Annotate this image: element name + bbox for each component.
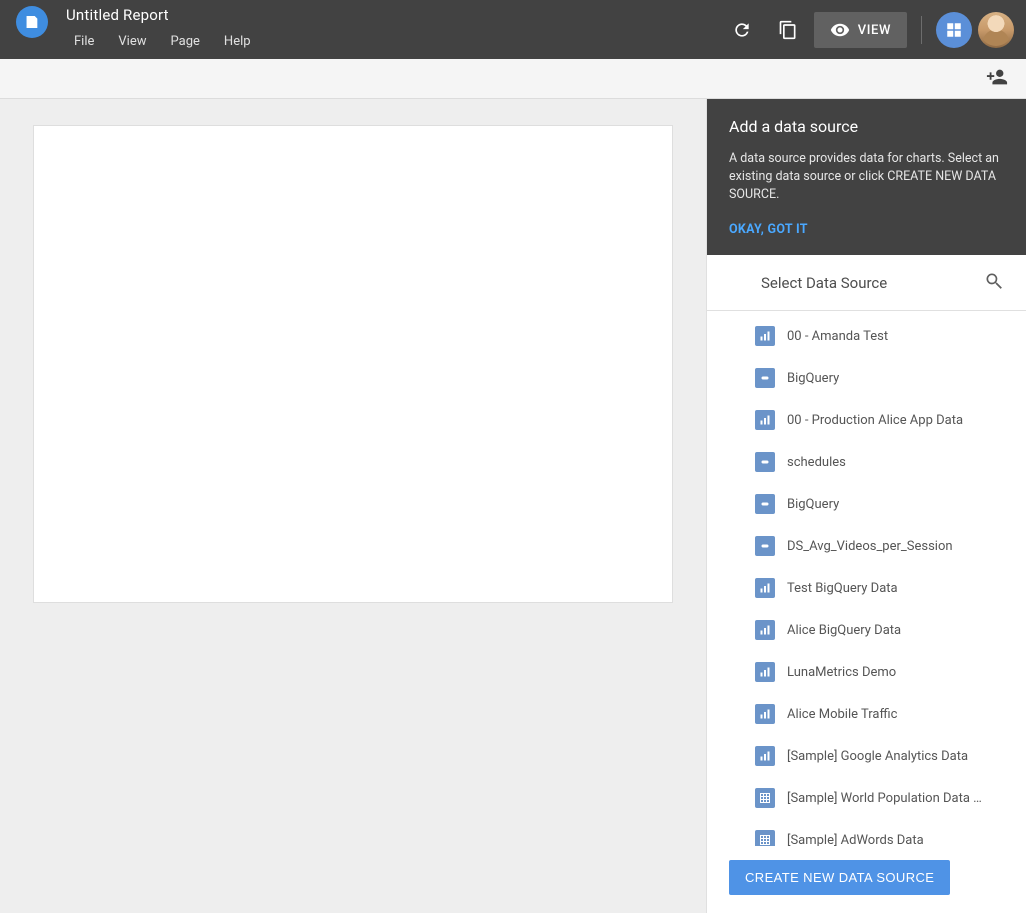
main-area: Add a data source A data source provides… bbox=[0, 99, 1026, 913]
data-source-panel: Add a data source A data source provides… bbox=[706, 99, 1026, 913]
data-source-label: BigQuery bbox=[787, 371, 839, 386]
refresh-button[interactable] bbox=[722, 10, 762, 50]
data-source-item[interactable]: Test BigQuery Data bbox=[707, 567, 1026, 609]
search-icon bbox=[984, 271, 1004, 291]
view-button-label: VIEW bbox=[858, 23, 891, 38]
data-source-label: LunaMetrics Demo bbox=[787, 665, 896, 680]
panel-description: A data source provides data for charts. … bbox=[729, 150, 1004, 204]
analytics-icon bbox=[755, 620, 775, 640]
data-source-label: [Sample] World Population Data 2... bbox=[787, 791, 987, 806]
data-source-label: [Sample] Google Analytics Data bbox=[787, 749, 968, 764]
canvas-area bbox=[0, 99, 706, 913]
report-canvas[interactable] bbox=[33, 125, 673, 603]
header-right: VIEW bbox=[722, 10, 1014, 50]
analytics-icon bbox=[755, 410, 775, 430]
analytics-icon bbox=[755, 704, 775, 724]
view-button[interactable]: VIEW bbox=[814, 12, 907, 48]
report-title[interactable]: Untitled Report bbox=[66, 6, 259, 24]
user-avatar[interactable] bbox=[978, 12, 1014, 48]
add-person-button[interactable] bbox=[986, 66, 1008, 92]
data-source-item[interactable]: BigQuery bbox=[707, 483, 1026, 525]
data-source-item[interactable]: DS_Avg_Videos_per_Session bbox=[707, 525, 1026, 567]
eye-icon bbox=[830, 20, 850, 40]
copy-icon bbox=[778, 20, 798, 40]
data-source-item[interactable]: 00 - Production Alice App Data bbox=[707, 399, 1026, 441]
menu-page[interactable]: Page bbox=[163, 32, 208, 51]
data-source-item[interactable]: Alice Mobile Traffic bbox=[707, 693, 1026, 735]
bq-icon bbox=[755, 536, 775, 556]
data-source-label: [Sample] AdWords Data bbox=[787, 833, 924, 846]
data-source-label: 00 - Amanda Test bbox=[787, 329, 888, 344]
okay-got-it-button[interactable]: OKAY, GOT IT bbox=[729, 222, 808, 237]
data-source-item[interactable]: LunaMetrics Demo bbox=[707, 651, 1026, 693]
bq-icon bbox=[755, 368, 775, 388]
refresh-icon bbox=[732, 20, 752, 40]
data-source-item[interactable]: schedules bbox=[707, 441, 1026, 483]
analytics-icon bbox=[755, 662, 775, 682]
data-source-label: Alice Mobile Traffic bbox=[787, 707, 897, 722]
copy-button[interactable] bbox=[768, 10, 808, 50]
data-source-label: schedules bbox=[787, 455, 846, 470]
sheets-icon bbox=[755, 788, 775, 808]
analytics-icon bbox=[755, 326, 775, 346]
select-header: Select Data Source bbox=[707, 255, 1026, 311]
data-source-item[interactable]: [Sample] World Population Data 2... bbox=[707, 777, 1026, 819]
data-source-label: BigQuery bbox=[787, 497, 839, 512]
create-data-source-button[interactable]: CREATE NEW DATA SOURCE bbox=[729, 860, 950, 895]
panel-heading: Add a data source bbox=[729, 117, 1004, 136]
data-source-item[interactable]: 00 - Amanda Test bbox=[707, 315, 1026, 357]
select-title: Select Data Source bbox=[761, 274, 887, 292]
data-source-list[interactable]: 00 - Amanda Test BigQuery 00 - Production … bbox=[707, 311, 1026, 846]
grid-icon bbox=[945, 21, 963, 39]
bq-icon bbox=[755, 452, 775, 472]
analytics-icon bbox=[755, 746, 775, 766]
panel-footer: CREATE NEW DATA SOURCE bbox=[707, 846, 1026, 913]
bq-icon bbox=[755, 494, 775, 514]
data-source-label: Alice BigQuery Data bbox=[787, 623, 901, 638]
sheets-icon bbox=[755, 830, 775, 846]
analytics-icon bbox=[755, 578, 775, 598]
data-source-label: DS_Avg_Videos_per_Session bbox=[787, 539, 953, 554]
data-source-item[interactable]: [Sample] Google Analytics Data bbox=[707, 735, 1026, 777]
menu-view[interactable]: View bbox=[110, 32, 154, 51]
search-button[interactable] bbox=[984, 271, 1004, 295]
grid-button[interactable] bbox=[936, 12, 972, 48]
menubar: File View Page Help bbox=[66, 32, 259, 51]
panel-info: Add a data source A data source provides… bbox=[707, 99, 1026, 255]
data-source-label: Test BigQuery Data bbox=[787, 581, 898, 596]
sub-toolbar bbox=[0, 59, 1026, 99]
data-source-label: 00 - Production Alice App Data bbox=[787, 413, 963, 428]
report-icon bbox=[24, 14, 40, 30]
app-header: Untitled Report File View Page Help VIEW bbox=[0, 0, 1026, 59]
menu-help[interactable]: Help bbox=[216, 32, 259, 51]
data-source-item[interactable]: BigQuery bbox=[707, 357, 1026, 399]
title-block: Untitled Report File View Page Help bbox=[66, 6, 259, 51]
add-person-icon bbox=[986, 66, 1008, 88]
data-source-item[interactable]: Alice BigQuery Data bbox=[707, 609, 1026, 651]
header-divider bbox=[921, 16, 922, 44]
app-logo[interactable] bbox=[16, 6, 48, 38]
menu-file[interactable]: File bbox=[66, 32, 102, 51]
data-source-item[interactable]: [Sample] AdWords Data bbox=[707, 819, 1026, 846]
